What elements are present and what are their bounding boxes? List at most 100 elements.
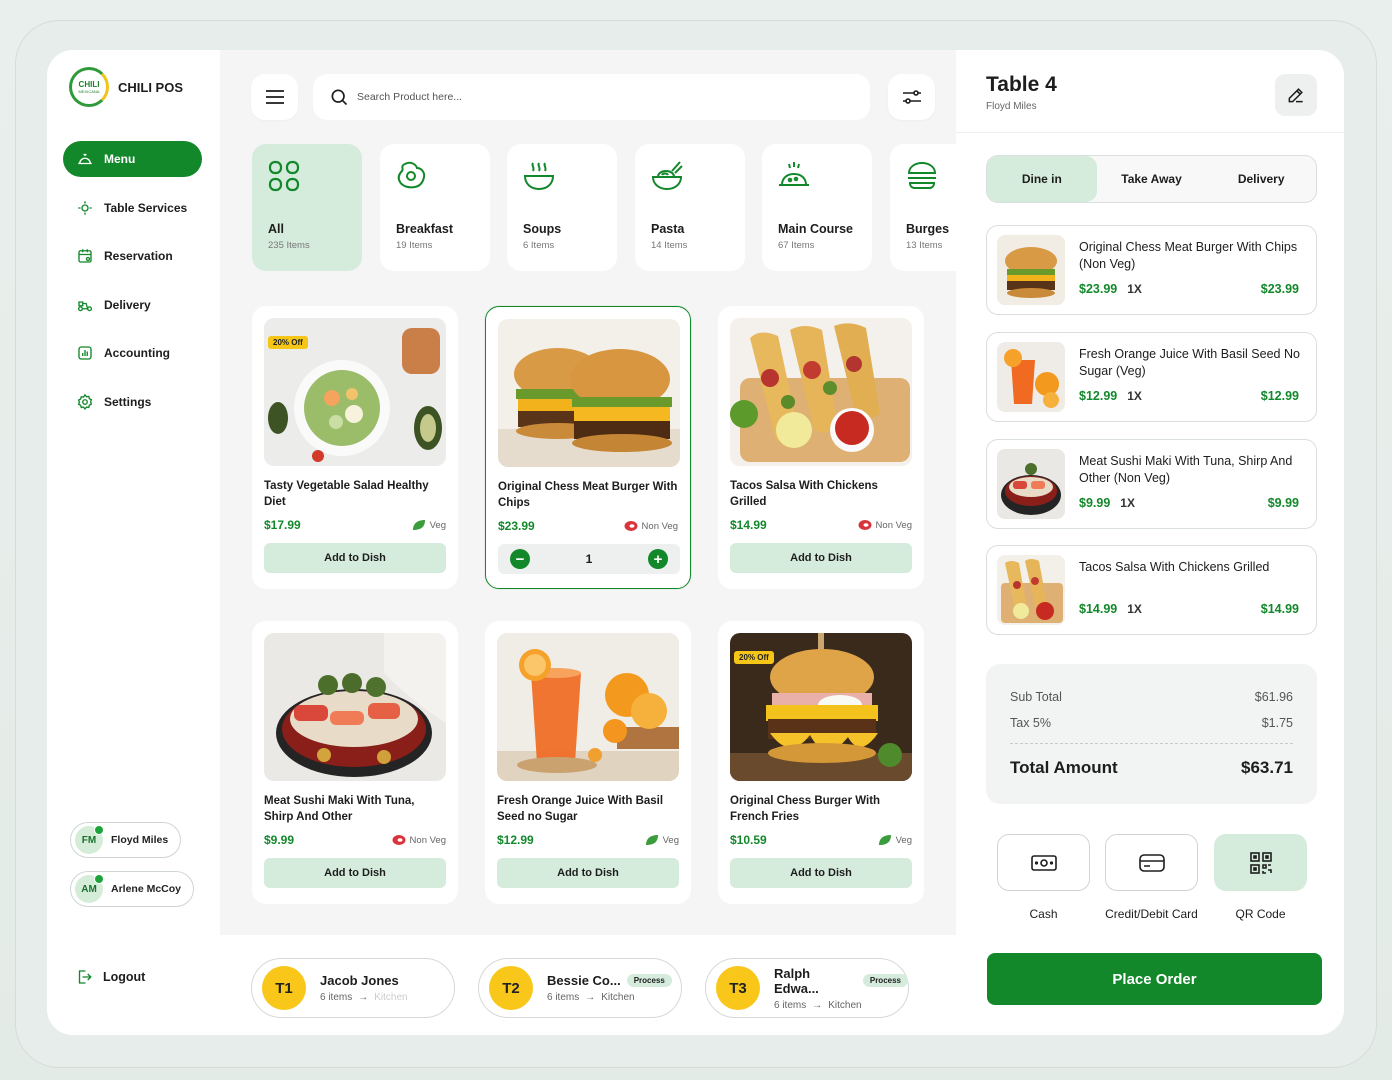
product-price: $23.99 xyxy=(498,519,535,533)
filter-button[interactable] xyxy=(888,74,935,120)
price-row: $23.99 Non Veg xyxy=(498,518,678,534)
logout-button[interactable]: Logout xyxy=(75,968,145,986)
category-count: 67 Items xyxy=(778,240,815,251)
search-icon xyxy=(331,89,348,106)
sidebar-item-table-services[interactable]: Table Services xyxy=(63,190,202,226)
staff-switcher-floyd[interactable]: FM Floyd Miles xyxy=(70,822,182,858)
sidebar-item-reservation[interactable]: Reservation xyxy=(63,238,202,274)
product-card-selected[interactable]: Original Chess Meat Burger With Chips $2… xyxy=(485,306,691,589)
order-item-row: $12.99 1X $12.99 xyxy=(1079,389,1299,403)
order-item-qty: 1X xyxy=(1127,282,1142,296)
order-summary: Sub Total $61.96 Tax 5% $1.75 Total Amou… xyxy=(986,664,1317,804)
order-item[interactable]: Fresh Orange Juice With Basil Seed No Su… xyxy=(986,332,1317,422)
price-row: $17.99 Veg xyxy=(264,517,446,533)
payment-qr[interactable]: QR Code xyxy=(1214,834,1307,921)
category-name: Pasta xyxy=(651,222,685,236)
order-item-total: $23.99 xyxy=(1260,282,1299,296)
category-main-course[interactable]: Main Course 67 Items xyxy=(762,144,872,271)
order-item-qty: 1X xyxy=(1127,389,1142,403)
quantity-stepper: − 1 + xyxy=(498,544,680,574)
pasta-icon xyxy=(651,161,683,191)
category-count: 6 Items xyxy=(523,240,555,251)
order-customer: Floyd Miles xyxy=(986,101,1037,112)
logo-text: CHILI xyxy=(78,79,100,89)
category-all[interactable]: All 235 Items xyxy=(252,144,362,271)
category-pasta[interactable]: Pasta 14 Items xyxy=(635,144,745,271)
add-to-dish-button[interactable]: Add to Dish xyxy=(497,858,679,888)
category-soups[interactable]: Soups 6 Items xyxy=(507,144,617,271)
diet-tag: Veg xyxy=(412,519,446,531)
product-title: Original Chess Burger With French Fries xyxy=(730,795,881,823)
logo-subtext: MEXICANA xyxy=(78,88,100,94)
order-type-tabs: Dine in Take Away Delivery xyxy=(986,155,1317,203)
queue-info: Bessie Co... Process 6 items → Kitchen xyxy=(547,973,672,1003)
place-order-button[interactable]: Place Order xyxy=(987,953,1322,1005)
decrease-quantity-button[interactable]: − xyxy=(510,549,530,569)
product-card[interactable]: Tacos Salsa With Chickens Grilled $14.99… xyxy=(718,306,924,589)
order-queue: T1 Jacob Jones 6 items → Kitchen T2 Bessie… xyxy=(220,935,956,1035)
sidebar-item-label: Menu xyxy=(104,152,136,166)
add-to-dish-button[interactable]: Add to Dish xyxy=(730,543,912,573)
category-burgers[interactable]: Burges 13 Items xyxy=(890,144,956,271)
order-panel: Table 4 Floyd Miles Dine in Take Away De… xyxy=(956,50,1344,1035)
add-to-dish-button[interactable]: Add to Dish xyxy=(264,543,446,573)
sidebar-item-settings[interactable]: Settings xyxy=(63,384,202,420)
fried-egg-icon xyxy=(397,161,426,189)
tab-delivery[interactable]: Delivery xyxy=(1206,156,1316,202)
calendar-icon xyxy=(75,246,95,266)
payment-card[interactable]: Credit/Debit Card xyxy=(1105,834,1198,921)
tab-take-away[interactable]: Take Away xyxy=(1097,156,1207,202)
diet-tag-label: Veg xyxy=(895,834,912,846)
staff-name: Floyd Miles xyxy=(111,834,169,846)
cash-icon xyxy=(1030,854,1057,871)
queue-info: Ralph Edwa... Process 6 items → Kitchen xyxy=(774,966,908,1011)
order-item-detail: Meat Sushi Maki With Tuna, Shirp And Oth… xyxy=(1079,449,1306,519)
staff-switcher-arlene[interactable]: AM Arlene McCoy xyxy=(70,871,195,907)
discount-badge: 20% Off xyxy=(734,651,774,664)
subtotal-label: Sub Total xyxy=(1010,690,1062,704)
order-item[interactable]: Meat Sushi Maki With Tuna, Shirp And Oth… xyxy=(986,439,1317,529)
total-row: Total Amount $63.71 xyxy=(1010,758,1293,778)
tax-label: Tax 5% xyxy=(1010,716,1051,730)
queue-ticket-t2[interactable]: T2 Bessie Co... Process 6 items → Kitchen xyxy=(478,958,682,1018)
order-item[interactable]: Original Chess Meat Burger With Chips (N… xyxy=(986,225,1317,315)
category-count: 19 Items xyxy=(396,240,433,251)
sidebar-item-menu[interactable]: Menu xyxy=(63,141,202,177)
discount-badge: 20% Off xyxy=(268,336,308,349)
product-title: Meat Sushi Maki With Tuna, Shirp And Oth… xyxy=(264,795,415,823)
queue-top: Bessie Co... Process xyxy=(547,973,672,988)
queue-info: Jacob Jones 6 items → Kitchen xyxy=(320,973,408,1003)
queue-ticket-t1[interactable]: T1 Jacob Jones 6 items → Kitchen xyxy=(251,958,455,1018)
payment-cash[interactable]: Cash xyxy=(997,834,1090,921)
hamburger-icon xyxy=(265,90,284,104)
edit-order-button[interactable] xyxy=(1275,74,1317,116)
search-input[interactable] xyxy=(357,91,837,103)
destination: Kitchen xyxy=(374,992,408,1003)
product-card[interactable]: 20% Off Original Chess Burger With Frenc… xyxy=(718,621,924,904)
diet-tag: Non Veg xyxy=(858,519,912,531)
product-card[interactable]: 20% Off Tasty Vegetable Salad Healthy Di… xyxy=(252,306,458,589)
product-card[interactable]: Fresh Orange Juice With Basil Seed no Su… xyxy=(485,621,691,904)
order-item[interactable]: Tacos Salsa With Chickens Grilled $14.99… xyxy=(986,545,1317,635)
hamburger-menu-button[interactable] xyxy=(251,74,298,120)
order-item-total: $12.99 xyxy=(1260,389,1299,403)
product-card[interactable]: Meat Sushi Maki With Tuna, Shirp And Oth… xyxy=(252,621,458,904)
sidebar-item-accounting[interactable]: Accounting xyxy=(63,335,202,371)
category-breakfast[interactable]: Breakfast 19 Items xyxy=(380,144,490,271)
meat-icon xyxy=(858,520,872,530)
category-list: All 235 Items Breakfast 19 Items Soups 6… xyxy=(252,144,956,274)
table-number: T1 xyxy=(262,966,306,1010)
arrow-right-icon: → xyxy=(585,992,596,1003)
increase-quantity-button[interactable]: + xyxy=(648,549,668,569)
add-to-dish-button[interactable]: Add to Dish xyxy=(730,858,912,888)
tab-dine-in[interactable]: Dine in xyxy=(987,156,1097,202)
add-to-dish-button[interactable]: Add to Dish xyxy=(264,858,446,888)
arrow-right-icon: → xyxy=(358,992,369,1003)
queue-detail: 6 items → Kitchen xyxy=(774,1000,908,1011)
logout-label: Logout xyxy=(103,970,146,984)
queue-ticket-t3[interactable]: T3 Ralph Edwa... Process 6 items → Kitchen xyxy=(705,958,909,1018)
quantity-value: 1 xyxy=(585,552,593,566)
order-item-price: $23.99 xyxy=(1079,282,1118,296)
sidebar-item-delivery[interactable]: Delivery xyxy=(63,287,202,323)
product-title: Tasty Vegetable Salad Healthy Diet xyxy=(264,480,429,508)
